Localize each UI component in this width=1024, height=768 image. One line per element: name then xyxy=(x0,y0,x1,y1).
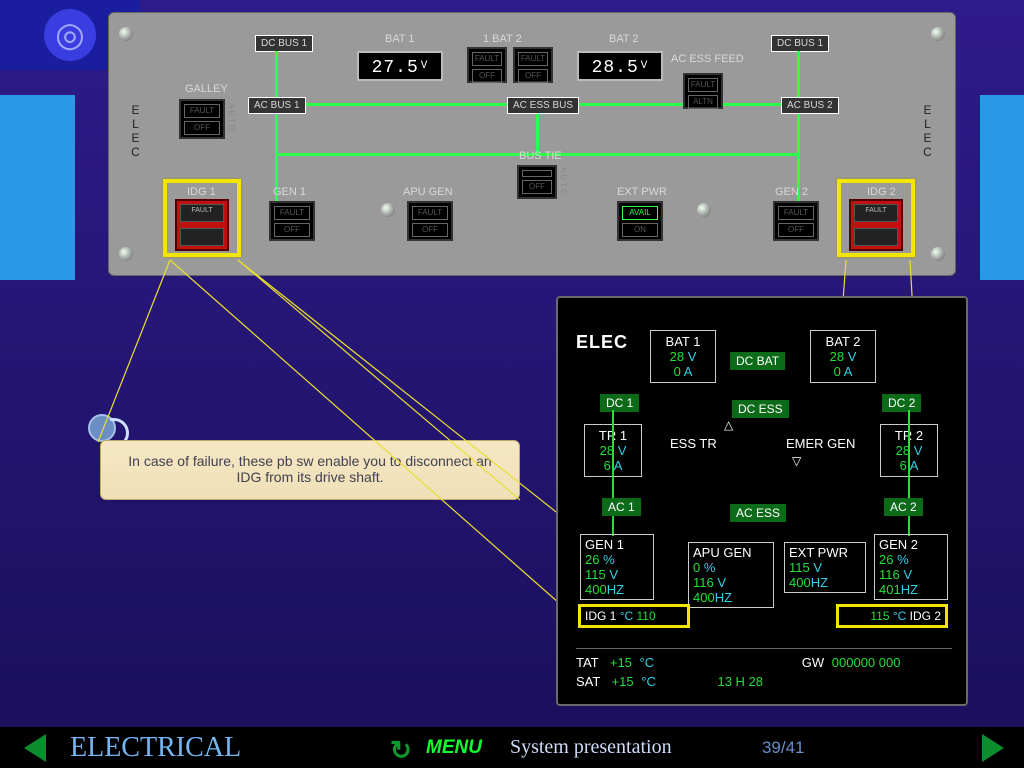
ecam-apugen: APU GEN 0 % 116 V 400HZ xyxy=(688,542,774,608)
gen2-pb[interactable]: FAULTOFF xyxy=(773,201,819,241)
screw-icon xyxy=(931,27,945,41)
narration-callout: In case of failure, these pb sw enable y… xyxy=(100,440,520,500)
ecam-gen1: GEN 1 26 % 115 V 400HZ xyxy=(580,534,654,600)
bus-line xyxy=(275,51,278,103)
ecam-idg2-readout: 115 °C IDG 2 xyxy=(836,604,948,628)
ecam-idg1-readout: IDG 1 °C 110 xyxy=(578,604,690,628)
prev-arrow[interactable] xyxy=(24,734,46,762)
bus-line xyxy=(797,51,800,103)
ac-ess-feed-label: AC ESS FEED xyxy=(671,53,744,65)
gen2-label: GEN 2 xyxy=(775,186,808,198)
bat2-pb[interactable]: FAULTOFF xyxy=(513,47,553,83)
ext-pwr-label: EXT PWR xyxy=(617,186,667,198)
apu-gen-pb[interactable]: FAULTOFF xyxy=(407,201,453,241)
ecam-extpwr: EXT PWR 115 V 400HZ xyxy=(784,542,866,593)
gen1-pb[interactable]: FAULTOFF xyxy=(269,201,315,241)
ecam-display: ELEC BAT 1 28 V 0 A DC BAT BAT 2 28 V 0 … xyxy=(556,296,968,706)
screw-icon xyxy=(119,27,133,41)
elec-label-left: ELEC xyxy=(129,103,143,159)
bat1-label: BAT 1 xyxy=(385,33,415,45)
ac-ess-feed-pb[interactable]: FAULTALTN xyxy=(683,73,723,109)
ecam-line xyxy=(612,516,614,536)
menu-button[interactable]: MENU xyxy=(426,737,482,759)
overhead-panel: ELEC ELEC DC BUS 1 BAT 1 1 BAT 2 BAT 2 A… xyxy=(108,12,956,276)
screw-icon xyxy=(697,203,711,217)
ac-bus-1-box: AC BUS 1 xyxy=(248,97,306,114)
bat2-voltage: 28.5V xyxy=(577,51,663,81)
ecam-dcess: DC ESS xyxy=(732,400,789,418)
ext-pwr-pb[interactable]: AVAILON xyxy=(617,201,663,241)
ecam-line xyxy=(908,516,910,536)
ecam-emergen: EMER GEN xyxy=(786,436,855,451)
next-arrow[interactable] xyxy=(982,734,1004,762)
gen1-label: GEN 1 xyxy=(273,186,306,198)
ecam-gen2: GEN 2 26 % 116 V 401HZ xyxy=(874,534,948,600)
ac-bus-2-box: AC BUS 2 xyxy=(781,97,839,114)
ecam-title: ELEC xyxy=(576,332,628,353)
refresh-icon[interactable]: ↻ xyxy=(390,735,416,761)
ecam-line xyxy=(908,410,910,498)
ecam-dc1: DC 1 xyxy=(600,394,639,412)
bat1-pb[interactable]: FAULTOFF xyxy=(467,47,507,83)
ecam-dc2: DC 2 xyxy=(882,394,921,412)
apu-gen-label: APU GEN xyxy=(403,186,453,198)
tri-down: ▽ xyxy=(792,454,801,468)
ecam-esstr: ESS TR xyxy=(670,436,717,451)
dc-bus-1-box-right: DC BUS 1 xyxy=(771,35,829,52)
section-title: ELECTRICAL xyxy=(70,732,390,764)
ecam-dcbat: DC BAT xyxy=(730,352,785,370)
screw-icon xyxy=(381,203,395,217)
right-accent xyxy=(980,95,1024,280)
screw-icon xyxy=(119,247,133,261)
left-accent xyxy=(0,95,75,280)
ecam-ac2: AC 2 xyxy=(884,498,923,516)
ecam-line xyxy=(612,410,614,498)
bat1-voltage: 27.5V xyxy=(357,51,443,81)
idg1-guarded-pb[interactable]: FAULT xyxy=(175,199,229,251)
screw-icon xyxy=(931,247,945,261)
tri-up: △ xyxy=(724,418,733,432)
ecam-acess: AC ESS xyxy=(730,504,786,522)
logo-icon: ◎ xyxy=(44,9,96,61)
ac-ess-bus-box: AC ESS BUS xyxy=(507,97,579,114)
ecam-bat1-box: BAT 1 28 V 0 A xyxy=(650,330,716,383)
galley-label: GALLEY xyxy=(185,83,228,95)
ecam-bottom-strip: TAT +15 °C GW 000000 000 SAT +15 °C 13 H… xyxy=(576,648,952,689)
page-indicator: 39/41 xyxy=(762,738,805,758)
ecam-ac1: AC 1 xyxy=(602,498,641,516)
ecam-bat2-box: BAT 2 28 V 0 A xyxy=(810,330,876,383)
elec-label-right: ELEC xyxy=(921,103,935,159)
subsection-title: System presentation xyxy=(510,736,750,759)
footer-bar: ELECTRICAL ↻ MENU System presentation 39… xyxy=(0,727,1024,768)
galley-pb[interactable]: FAULTOFF xyxy=(179,99,225,139)
dc-bus-1-box: DC BUS 1 xyxy=(255,35,313,52)
bat2-label: BAT 2 xyxy=(609,33,639,45)
auto-label: AUTO xyxy=(227,103,236,133)
bat-mid-label: 1 BAT 2 xyxy=(483,33,522,45)
bus-tie-pb[interactable]: OFF xyxy=(517,165,557,199)
auto-label2: AUTO xyxy=(559,167,568,197)
idg2-guarded-pb[interactable]: FAULT xyxy=(849,199,903,251)
bus-tie-label: BUS TIE xyxy=(519,150,562,162)
speaker-icon[interactable] xyxy=(88,414,116,442)
